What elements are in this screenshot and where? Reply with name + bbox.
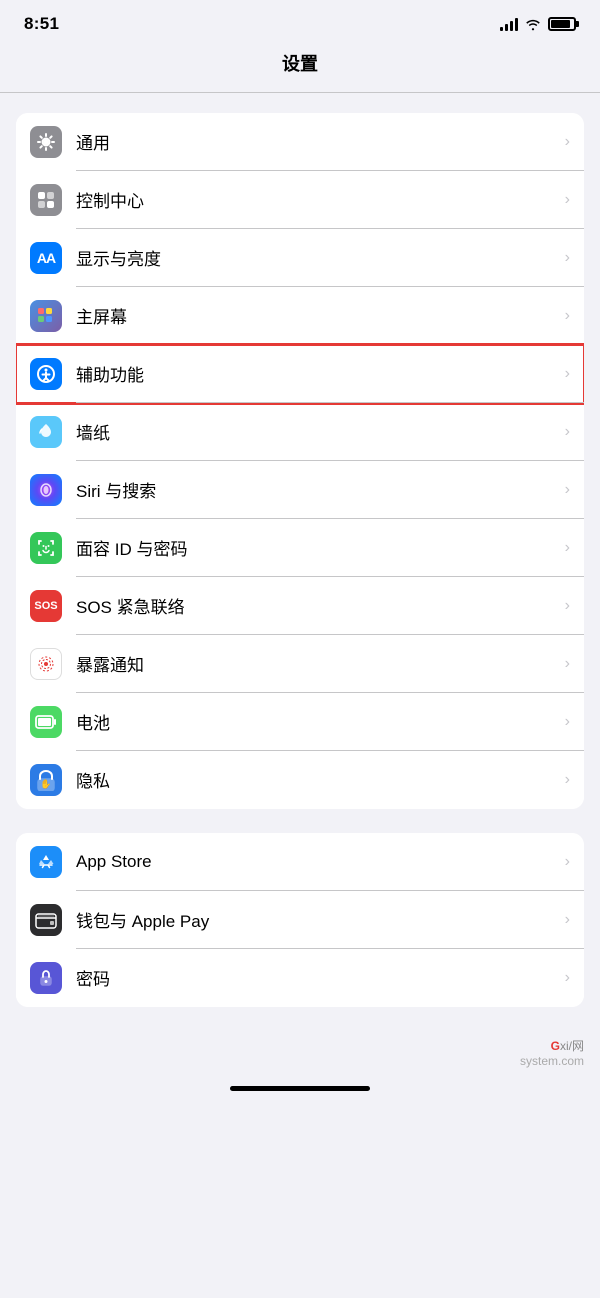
siri-label: Siri 与搜索	[76, 477, 559, 502]
settings-item-wallpaper[interactable]: 墙纸 ›	[16, 403, 584, 461]
wallpaper-icon	[30, 416, 62, 448]
settings-item-privacy[interactable]: ✋ 隐私 ›	[16, 751, 584, 809]
status-bar: 8:51	[0, 0, 600, 40]
passwords-chevron: ›	[565, 969, 570, 987]
faceid-icon	[30, 532, 62, 564]
control-center-icon	[30, 184, 62, 216]
settings-item-sos[interactable]: SOS SOS 紧急联络 ›	[16, 577, 584, 635]
page-title: 设置	[0, 40, 600, 92]
status-time: 8:51	[24, 14, 59, 34]
sos-label: SOS 紧急联络	[76, 593, 559, 618]
accessibility-label: 辅助功能	[76, 361, 559, 386]
sos-chevron: ›	[565, 597, 570, 615]
signal-icon	[500, 17, 518, 31]
wallet-label: 钱包与 Apple Pay	[76, 907, 559, 932]
sos-icon: SOS	[30, 590, 62, 622]
display-label: 显示与亮度	[76, 245, 559, 270]
wallpaper-label: 墙纸	[76, 419, 559, 444]
wallet-icon	[30, 904, 62, 936]
exposure-chevron: ›	[565, 655, 570, 673]
general-label: 通用	[76, 129, 559, 154]
appstore-icon	[30, 846, 62, 878]
settings-item-passwords[interactable]: 密码 ›	[16, 949, 584, 1007]
accessibility-chevron: ›	[565, 365, 570, 383]
home-screen-chevron: ›	[565, 307, 570, 325]
privacy-icon: ✋	[30, 764, 62, 796]
settings-item-display[interactable]: AA 显示与亮度 ›	[16, 229, 584, 287]
settings-item-battery[interactable]: 电池 ›	[16, 693, 584, 751]
home-screen-label: 主屏幕	[76, 303, 559, 328]
settings-item-appstore[interactable]: App Store ›	[16, 833, 584, 891]
display-chevron: ›	[565, 249, 570, 267]
settings-group-1: 通用 › 控制中心 › AA 显示与亮度 ›	[16, 113, 584, 809]
faceid-label: 面容 ID 与密码	[76, 535, 559, 560]
exposure-label: 暴露通知	[76, 651, 559, 676]
display-icon: AA	[30, 242, 62, 274]
svg-text:✋: ✋	[40, 778, 51, 789]
settings-item-control-center[interactable]: 控制中心 ›	[16, 171, 584, 229]
control-center-label: 控制中心	[76, 187, 559, 212]
accessibility-icon	[30, 358, 62, 390]
appstore-chevron: ›	[565, 853, 570, 871]
battery-icon	[548, 17, 576, 31]
faceid-chevron: ›	[565, 539, 570, 557]
siri-chevron: ›	[565, 481, 570, 499]
settings-item-exposure[interactable]: 暴露通知 ›	[16, 635, 584, 693]
battery-settings-icon	[30, 706, 62, 738]
settings-item-general[interactable]: 通用 ›	[16, 113, 584, 171]
settings-item-wallet[interactable]: 钱包与 Apple Pay ›	[16, 891, 584, 949]
home-screen-icon	[30, 300, 62, 332]
watermark: Gxi/网 system.com	[520, 1037, 584, 1068]
general-chevron: ›	[565, 133, 570, 151]
siri-icon	[30, 474, 62, 506]
privacy-chevron: ›	[565, 771, 570, 789]
battery-label: 电池	[76, 709, 559, 734]
settings-item-siri[interactable]: Siri 与搜索 ›	[16, 461, 584, 519]
settings-item-home-screen[interactable]: 主屏幕 ›	[16, 287, 584, 345]
general-icon	[30, 126, 62, 158]
exposure-icon	[30, 648, 62, 680]
settings-group-2: App Store › 钱包与 Apple Pay › 密码 ›	[16, 833, 584, 1007]
passwords-label: 密码	[76, 965, 559, 990]
passwords-icon	[30, 962, 62, 994]
appstore-label: App Store	[76, 852, 559, 872]
control-center-chevron: ›	[565, 191, 570, 209]
wallpaper-chevron: ›	[565, 423, 570, 441]
settings-item-accessibility[interactable]: 辅助功能 ›	[16, 345, 584, 403]
wallet-chevron: ›	[565, 911, 570, 929]
privacy-label: 隐私	[76, 767, 559, 792]
wifi-icon	[524, 17, 542, 31]
battery-chevron: ›	[565, 713, 570, 731]
home-indicator	[230, 1086, 370, 1091]
status-icons	[500, 17, 576, 31]
settings-item-faceid[interactable]: 面容 ID 与密码 ›	[16, 519, 584, 577]
